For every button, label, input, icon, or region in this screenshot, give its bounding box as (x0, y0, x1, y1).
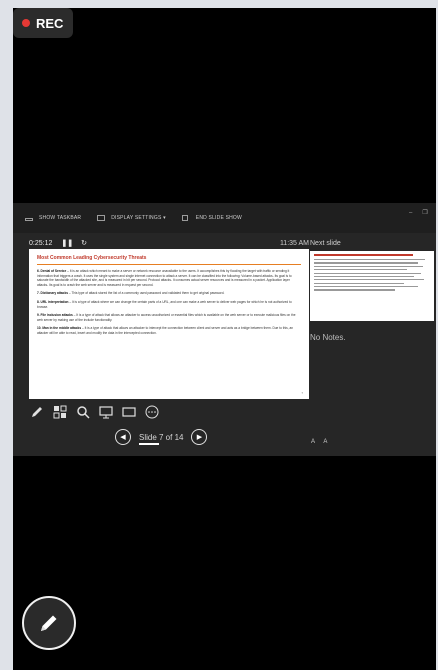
current-slide[interactable]: Most Common Leading Cybersecurity Threat… (29, 249, 309, 399)
slide-navigation: ◀ Slide 7 of 14 ▶ (115, 429, 208, 445)
slide-paragraph: 6. Denial of Service – It is an attack w… (37, 269, 292, 287)
screen-pointer-icon[interactable] (98, 404, 114, 420)
display-settings-button[interactable]: DISPLAY SETTINGS ▾ (97, 215, 166, 221)
decrease-font-button[interactable]: A (323, 439, 327, 445)
next-slide-label: Next slide (310, 240, 341, 247)
pen-icon[interactable] (29, 404, 45, 420)
presenter-view: SHOW TASKBAR DISPLAY SETTINGS ▾ END SLID… (13, 203, 436, 456)
more-icon[interactable] (144, 404, 160, 420)
timer-row: 0:25:12 ❚❚ ↻ 11:35 AM (29, 239, 309, 248)
presenter-toolbar: SHOW TASKBAR DISPLAY SETTINGS ▾ END SLID… (13, 203, 436, 233)
reset-timer-icon[interactable]: ↻ (81, 239, 87, 247)
pause-icon[interactable]: ❚❚ (61, 239, 73, 247)
restore-icon[interactable]: ❐ (422, 210, 428, 216)
recording-label: REC (36, 15, 64, 31)
slide-paragraph: 10. Man in the middle attacks – It is a … (37, 326, 294, 335)
next-slide-thumbnail[interactable] (310, 251, 434, 321)
slide-paragraph: 7. Dictionary attacks – This type of att… (37, 291, 225, 296)
end-slide-show-button[interactable]: END SLIDE SHOW (181, 215, 242, 221)
record-dot-icon (22, 19, 30, 27)
slide-page-number: 7 (301, 391, 303, 395)
taskbar-icon (25, 218, 33, 221)
speaker-notes: No Notes. (310, 333, 346, 342)
elapsed-timer: 0:25:12 (29, 239, 53, 247)
slide-counter: Slide 7 of 14 (139, 432, 184, 445)
annotate-pen-icon[interactable] (22, 596, 76, 650)
show-taskbar-button[interactable]: SHOW TASKBAR (25, 215, 81, 221)
magnifier-icon[interactable] (75, 404, 91, 420)
show-taskbar-label: SHOW TASKBAR (39, 215, 82, 221)
end-slide-show-label: END SLIDE SHOW (195, 215, 242, 221)
slide-title: Most Common Leading Cybersecurity Threat… (37, 255, 147, 261)
end-show-icon (181, 215, 188, 221)
window-controls: – ❐ (401, 209, 428, 216)
slide-tools (29, 404, 167, 420)
minimize-icon[interactable]: – (409, 210, 413, 216)
next-icon[interactable]: ▶ (191, 429, 208, 445)
display-settings-label: DISPLAY SETTINGS ▾ (111, 215, 166, 221)
current-time: 11:35 AM (279, 239, 309, 247)
black-screen-icon[interactable] (121, 404, 137, 420)
display-icon (97, 215, 106, 221)
slides-grid-icon[interactable] (52, 404, 68, 420)
prev-icon[interactable]: ◀ (115, 429, 131, 445)
slide-title-rule (37, 264, 301, 265)
slide-paragraph: 9. File inclusion attacks – It is a type… (37, 313, 296, 322)
notes-font-controls: A A (311, 439, 334, 445)
recording-indicator[interactable]: REC (13, 8, 73, 38)
increase-font-button[interactable]: A (311, 439, 315, 445)
slide-paragraph: 8. URL interpretation – It is a type of … (37, 299, 292, 309)
